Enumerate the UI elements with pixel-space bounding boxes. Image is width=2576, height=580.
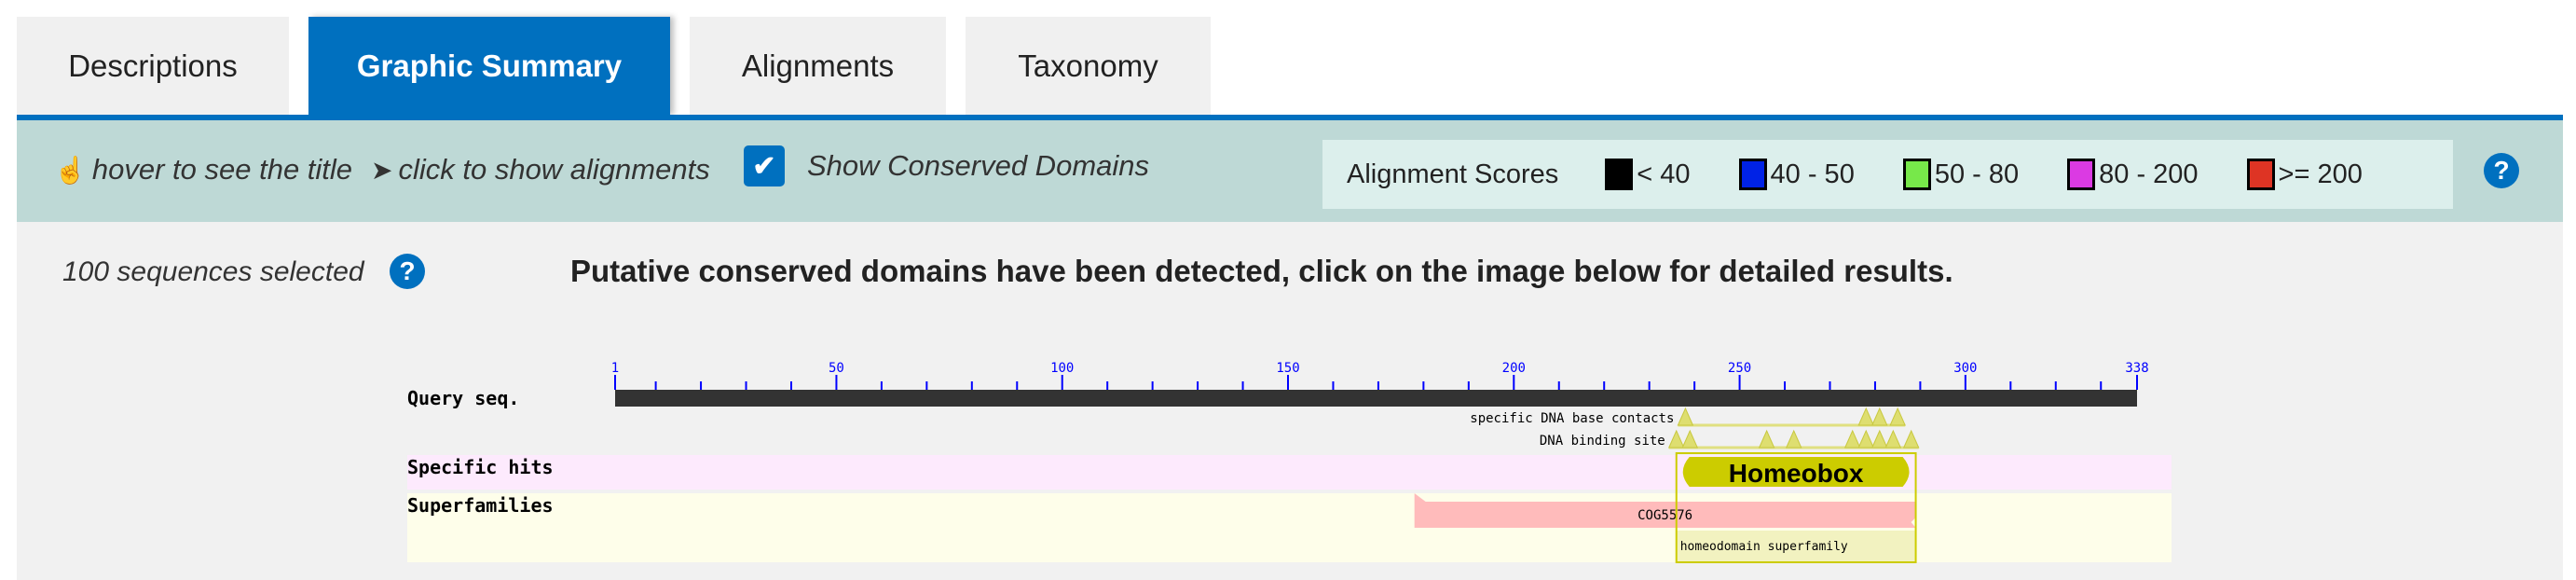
homeobox-label: Homeobox [1729, 459, 1864, 488]
homeodomain-superfamily-label: homeodomain superfamily [1680, 540, 1848, 554]
query-seq-label: Query seq. [407, 387, 519, 409]
query-sequence-bar [615, 390, 2137, 407]
tick-label: 200 [1502, 361, 1526, 376]
specific-hits-label: Specific hits [407, 456, 554, 478]
feature-site-triangle [1884, 429, 1902, 449]
tick-label: 1 [611, 361, 619, 376]
feature-site-triangle [1871, 407, 1888, 426]
feature-site-triangle [1857, 407, 1875, 426]
feature-site-triangle [1871, 429, 1888, 449]
tick-label: 100 [1050, 361, 1074, 376]
feature-site-triangle [1785, 429, 1802, 449]
feature-site-triangle [1758, 429, 1775, 449]
feature-site-triangle [1667, 429, 1685, 449]
superfamilies-label: Superfamilies [407, 494, 554, 517]
conserved-domains-graphic[interactable]: Query seq.Specific hitsSuperfamilies1 50 1… [0, 0, 2576, 580]
tick-label: 300 [1953, 361, 1977, 376]
tick-label: 338 [2125, 361, 2148, 376]
feature-site-triangle [1902, 429, 1920, 449]
feature-site-triangle [1889, 407, 1906, 426]
feature-label: specific DNA base contacts [1470, 411, 1674, 426]
cog5576-label: COG5576 [1637, 508, 1692, 523]
tick-label: 150 [1276, 361, 1299, 376]
feature-site-triangle [1843, 429, 1861, 449]
feature-label: DNA binding site [1540, 434, 1665, 449]
tick-label: 250 [1728, 361, 1751, 376]
tick-label: 50 [829, 361, 844, 376]
feature-site-triangle [1681, 429, 1699, 449]
feature-site-triangle [1857, 429, 1875, 449]
feature-site-triangle [1677, 407, 1694, 426]
